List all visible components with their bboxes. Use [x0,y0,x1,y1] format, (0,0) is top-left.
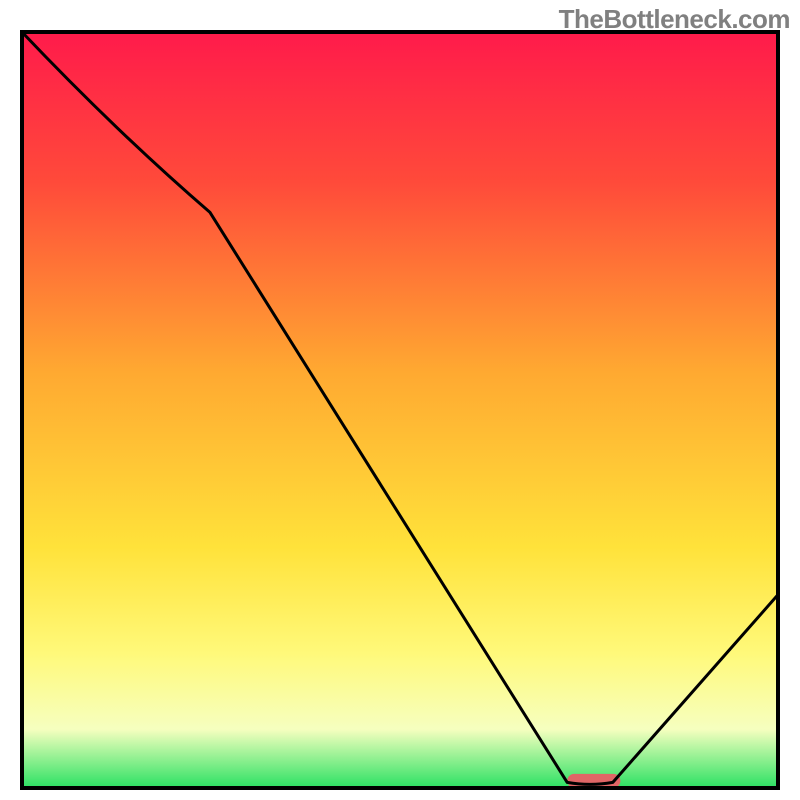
chart-svg [20,30,780,790]
chart-frame: TheBottleneck.com [0,0,800,800]
chart-plot [20,30,780,790]
